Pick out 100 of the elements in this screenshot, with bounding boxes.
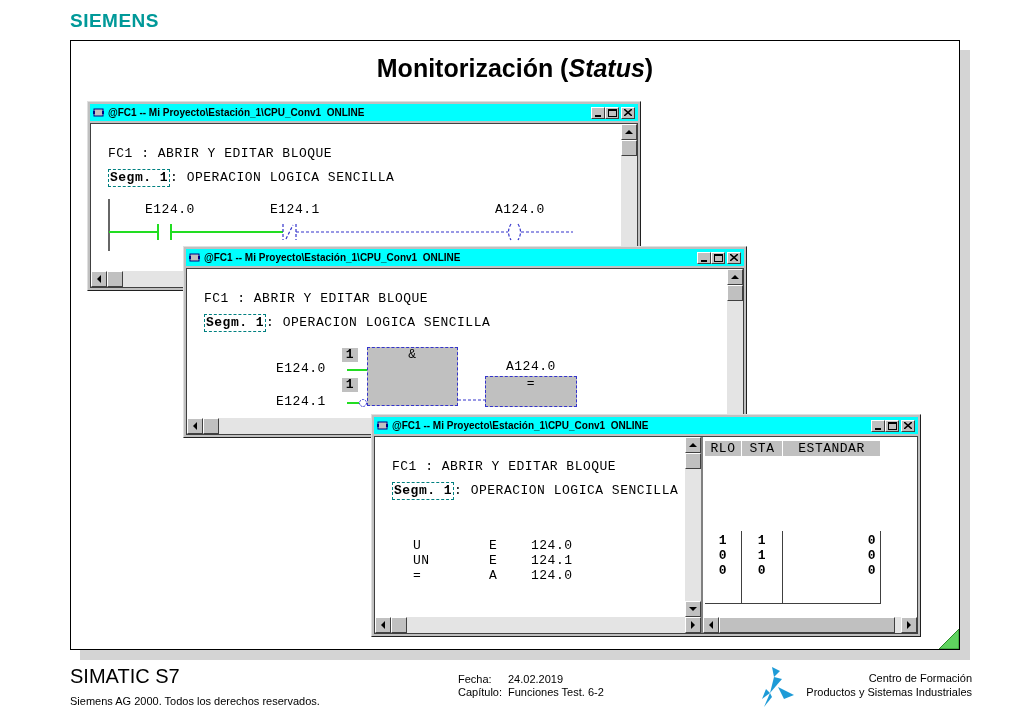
column-header: RLO: [705, 441, 742, 456]
instruction-code: =: [413, 568, 423, 583]
window-title: @FC1 -- Mi Proyecto\Estación_1\CPU_Conv1 ONLINE: [204, 252, 462, 263]
close-icon: [904, 422, 912, 429]
column-header: ESTANDAR: [783, 441, 881, 456]
maximize-button[interactable]: [605, 106, 619, 119]
status-value: 1: [342, 378, 358, 392]
maximize-icon: [713, 253, 723, 262]
slide-title: Monitorización (Status): [375, 53, 655, 83]
segment-label: Segm. 1: [204, 314, 267, 332]
status-cell-text: 1: [756, 533, 768, 548]
window-icon: [377, 421, 388, 430]
status-cell-text: 1: [756, 548, 768, 563]
scroll-thumb[interactable]: [391, 617, 407, 633]
close-button[interactable]: [621, 106, 635, 119]
product-name: SIMATIC S7: [70, 664, 180, 687]
status-cell-text: 0: [866, 548, 877, 563]
scroll-arrow-button[interactable]: [685, 437, 701, 453]
operand-label: E124.0: [145, 203, 195, 217]
block-title: FC1 : ABRIR Y EDITAR BLOQUE: [204, 291, 430, 307]
scroll-thumb[interactable]: [621, 140, 637, 156]
up-arrow-icon: [731, 275, 739, 279]
operand-address: 124.0: [531, 568, 573, 583]
segment-title: : OPERACION LOGICA SENCILLA: [454, 483, 679, 499]
status-cell-text: 0: [756, 563, 768, 578]
scroll-arrow-button[interactable]: [685, 617, 701, 633]
field-value: Funciones Test. 6-2: [508, 685, 605, 699]
operand-area: A: [489, 568, 531, 583]
left-arrow-icon: [709, 621, 713, 629]
status-cell-text: 1: [717, 533, 729, 548]
scroll-thumb[interactable]: [203, 418, 219, 434]
gate-symbol: &: [408, 348, 417, 364]
close-button[interactable]: [727, 251, 741, 264]
operand-address: 124.1: [531, 553, 573, 568]
maximize-icon: [887, 421, 897, 430]
logo: [760, 666, 794, 707]
scroll-arrow-button[interactable]: [375, 617, 391, 633]
organization-text: Centro de Formación: [868, 670, 972, 685]
scroll-arrow-button[interactable]: [187, 418, 203, 434]
scroll-thumb[interactable]: [727, 285, 743, 301]
down-arrow-icon: [689, 607, 697, 611]
minimize-icon: [595, 114, 601, 117]
maximize-icon: [607, 108, 617, 117]
left-arrow-icon: [381, 621, 385, 629]
operand-label: A124.0: [495, 203, 545, 217]
block-title: FC1 : ABRIR Y EDITAR BLOQUE: [108, 146, 334, 162]
field-value: 24.02.2019: [508, 672, 565, 686]
minimize-button[interactable]: [871, 419, 885, 432]
scroll-arrow-button[interactable]: [703, 617, 719, 633]
block-title: FC1 : ABRIR Y EDITAR BLOQUE: [392, 459, 618, 475]
scroll-arrow-button[interactable]: [685, 601, 701, 617]
scroll-arrow-button[interactable]: [727, 269, 743, 285]
scroll-thumb[interactable]: [685, 453, 701, 469]
scroll-arrow-button[interactable]: [621, 124, 637, 140]
column-header: STA: [742, 441, 783, 456]
operand-label: A124.0: [506, 360, 556, 374]
close-icon: [730, 254, 738, 261]
window-title: @FC1 -- Mi Proyecto\Estación_1\CPU_Conv1 ONLINE: [108, 107, 366, 118]
segment-label: Segm. 1: [392, 482, 455, 500]
operand-address: 124.0: [531, 538, 573, 553]
wire: [108, 231, 159, 233]
wire: [520, 231, 574, 233]
left-arrow-icon: [97, 275, 101, 283]
status-cell-text: 0: [866, 533, 877, 548]
minimize-button[interactable]: [697, 251, 711, 264]
window-icon: [93, 108, 104, 117]
maximize-button[interactable]: [885, 419, 899, 432]
scroll-thumb[interactable]: [719, 617, 895, 633]
segment-title: : OPERACION LOGICA SENCILLA: [266, 315, 491, 331]
operand-label: E124.0: [276, 362, 326, 376]
right-arrow-icon: [907, 621, 911, 629]
operand-label: E124.1: [276, 395, 326, 409]
status-cell-text: 0: [866, 563, 877, 578]
field-label: Capítulo:: [458, 685, 504, 699]
minimize-icon: [875, 427, 881, 430]
segment-title: : OPERACION LOGICA SENCILLA: [170, 170, 395, 186]
copyright-text: Siemens AG 2000. Todos los derechos reservados.: [70, 693, 320, 709]
scroll-thumb[interactable]: [107, 271, 123, 287]
gate-symbol: =: [526, 377, 536, 393]
brand-logo: SIEMENS: [70, 10, 160, 32]
window-icon: [189, 253, 200, 262]
operand-label: E124.1: [270, 203, 320, 217]
operand-area: E: [489, 538, 531, 553]
maximize-button[interactable]: [711, 251, 725, 264]
right-arrow-icon: [691, 621, 695, 629]
left-arrow-icon: [193, 422, 197, 430]
organization-text: Productos y Sistemas Industriales: [806, 684, 972, 699]
operand-area: E: [489, 553, 531, 568]
close-icon: [624, 109, 632, 116]
instruction-code: U: [413, 538, 423, 553]
scroll-arrow-button[interactable]: [91, 271, 107, 287]
segment-label: Segm. 1: [108, 169, 171, 187]
up-arrow-icon: [625, 130, 633, 134]
corner-mark: [939, 628, 959, 649]
minimize-icon: [701, 259, 707, 262]
minimize-button[interactable]: [591, 106, 605, 119]
status-cell-text: 0: [717, 563, 729, 578]
status-value: 1: [342, 348, 358, 362]
close-button[interactable]: [901, 419, 915, 432]
scroll-arrow-button[interactable]: [901, 617, 917, 633]
